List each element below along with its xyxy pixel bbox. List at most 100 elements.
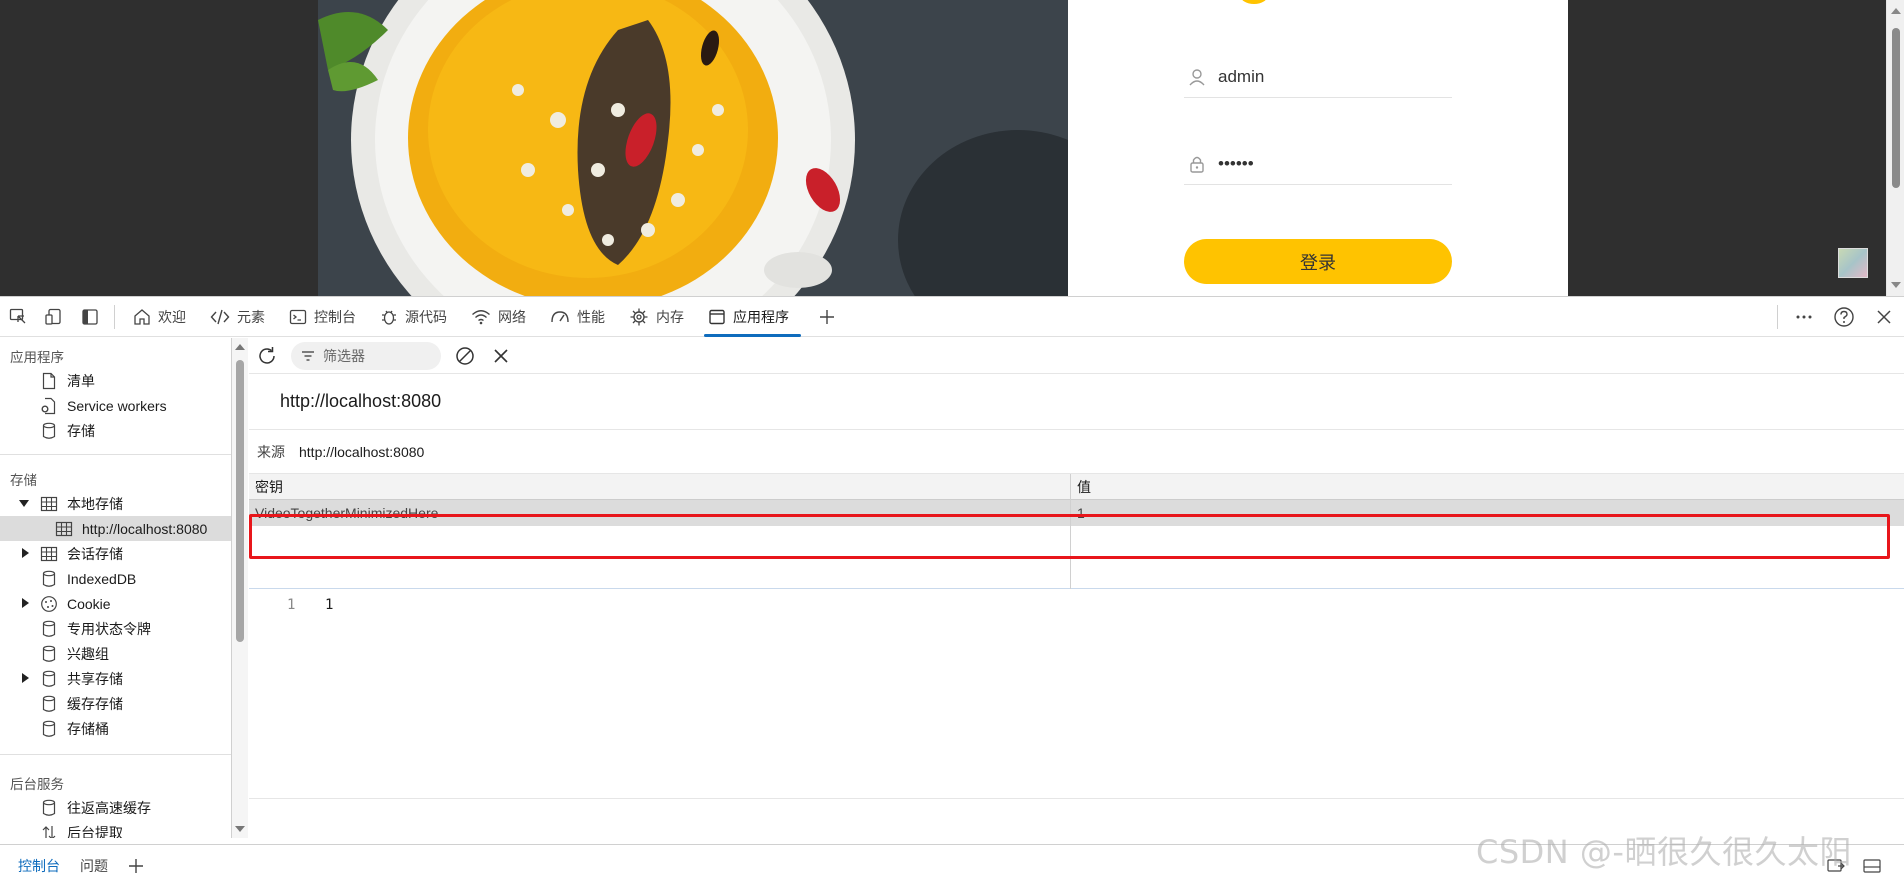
sidebar-item-label: http://localhost:8080 [82,520,208,537]
tab-sources[interactable]: 源代码 [368,297,459,337]
sidebar-item-shared-storage[interactable]: 共享存储 [0,666,231,691]
add-drawer-tab-plus-icon[interactable] [118,845,154,885]
devtools: 欢迎 元素 控制台 源代码 网络 性能 内存 应用程序 应用程序 清单 Serv… [0,296,1904,885]
sidebar-divider [0,754,231,755]
sidebar-item-label: 往返高速缓存 [67,799,151,816]
drawer-tab-console[interactable]: 控制台 [8,845,70,885]
username-value: admin [1218,66,1265,86]
lock-icon [1186,153,1208,175]
wifi-icon [471,308,491,326]
value-preview: 1 1 [249,589,1904,799]
refresh-icon[interactable] [249,338,285,374]
username-field[interactable]: admin [1184,56,1452,98]
logo-icon [1240,0,1268,4]
gear-document-icon [40,397,58,415]
bug-icon [380,308,398,326]
home-icon [133,308,151,326]
sidebar-item-session-storage[interactable]: 会话存储 [0,541,231,566]
more-options-icon[interactable] [1784,297,1824,337]
tab-label: 内存 [656,308,684,325]
scroll-down-arrow-icon[interactable] [1891,282,1901,288]
tab-memory[interactable]: 内存 [617,297,696,337]
table-icon [55,520,73,538]
expand-caret-icon[interactable] [19,500,29,507]
delete-selected-icon[interactable] [483,338,519,374]
chip-icon [629,307,649,327]
toolbar-separator [114,304,115,329]
scroll-up-arrow-icon[interactable] [1891,8,1901,14]
database-icon [40,570,58,588]
sidebar-item-indexeddb[interactable]: IndexedDB [0,566,231,591]
login-panel: admin •••••• 登录 [1068,0,1568,296]
column-header-value[interactable]: 值 [1071,474,1904,500]
tab-network[interactable]: 网络 [459,297,538,337]
sidebar-divider [0,454,231,455]
origin-title: http://localhost:8080 [249,374,1904,430]
table-icon [40,545,58,563]
local-storage-panel: 筛选器 http://localhost:8080 来源 http://loca… [249,338,1904,838]
sidebar-item-service-workers[interactable]: Service workers [0,393,231,418]
scrollbar-thumb[interactable] [1892,28,1900,188]
sidebar-item-label: 缓存存储 [67,695,123,712]
sidebar-item-background-fetch[interactable]: 后台提取 [0,820,231,838]
login-button[interactable]: 登录 [1184,239,1452,284]
devtools-toolbar: 欢迎 元素 控制台 源代码 网络 性能 内存 应用程序 [0,297,1904,337]
sidebar-item-private-state-tokens[interactable]: 专用状态令牌 [0,616,231,641]
filter-input[interactable]: 筛选器 [291,341,441,370]
sidebar-item-storage-buckets[interactable]: 存储桶 [0,716,231,741]
tab-label: 网络 [498,308,526,325]
annotation-highlight-box [249,514,1890,559]
expand-caret-icon[interactable] [22,673,29,683]
database-icon [40,422,58,440]
tab-welcome[interactable]: 欢迎 [121,297,198,337]
line-number: 1 [287,597,296,613]
inspect-element-icon[interactable] [0,297,36,337]
tab-label: 欢迎 [158,308,186,325]
database-icon [40,720,58,738]
expand-caret-icon[interactable] [22,598,29,608]
sidebar-item-cache-storage[interactable]: 缓存存储 [0,691,231,716]
close-devtools-icon[interactable] [1864,297,1904,337]
sidebar-item-manifest[interactable]: 清单 [0,368,231,393]
password-field[interactable]: •••••• [1184,143,1452,185]
column-header-key[interactable]: 密钥 [249,474,1070,500]
storage-toolbar: 筛选器 [249,338,1904,374]
sidebar-item-cookie[interactable]: Cookie [0,591,231,616]
tab-elements[interactable]: 元素 [198,297,277,337]
tab-application[interactable]: 应用程序 [696,297,801,337]
clear-all-icon[interactable] [447,338,483,374]
help-icon[interactable] [1824,297,1864,337]
sidebar-item-label: 专用状态令牌 [67,620,151,637]
sidebar-item-interest-groups[interactable]: 兴趣组 [0,641,231,666]
origin-row: 来源 http://localhost:8080 [249,430,1904,474]
sidebar-item-local-storage-origin[interactable]: http://localhost:8080 [0,516,231,541]
add-tool-plus-icon[interactable] [809,297,845,337]
tab-label: 应用程序 [733,308,789,325]
sidebar-item-storage-overview[interactable]: 存储 [0,418,231,443]
drawer-tab-issues[interactable]: 问题 [70,845,118,885]
dock-drawer-icon[interactable] [1818,845,1854,885]
device-emulation-icon[interactable] [36,297,72,337]
toolbar-right-group [1771,297,1904,337]
table-icon [40,495,58,513]
scrollbar-thumb[interactable] [236,360,244,642]
food-image [318,0,1068,296]
section-background-services: 后台服务 [10,777,64,792]
section-storage: 存储 [10,473,37,488]
tab-console[interactable]: 控制台 [277,297,368,337]
page-scrollbar[interactable] [1886,0,1904,296]
scroll-down-arrow-icon[interactable] [235,826,245,832]
document-icon [40,372,58,390]
tab-performance[interactable]: 性能 [538,297,617,337]
sidebar-item-bfcache[interactable]: 往返高速缓存 [0,795,231,820]
sidebar-item-local-storage[interactable]: 本地存储 [0,491,231,516]
close-drawer-icon[interactable] [1854,845,1890,885]
video-together-widget[interactable] [1838,248,1868,278]
expand-caret-icon[interactable] [22,548,29,558]
dock-sidebar-icon[interactable] [72,297,108,337]
database-icon [40,645,58,663]
scroll-up-arrow-icon[interactable] [235,344,245,350]
user-icon [1186,66,1208,88]
sidebar-scrollbar[interactable] [232,338,248,838]
application-sidebar: 应用程序 清单 Service workers 存储 存储 本地存储 http:… [0,338,232,838]
